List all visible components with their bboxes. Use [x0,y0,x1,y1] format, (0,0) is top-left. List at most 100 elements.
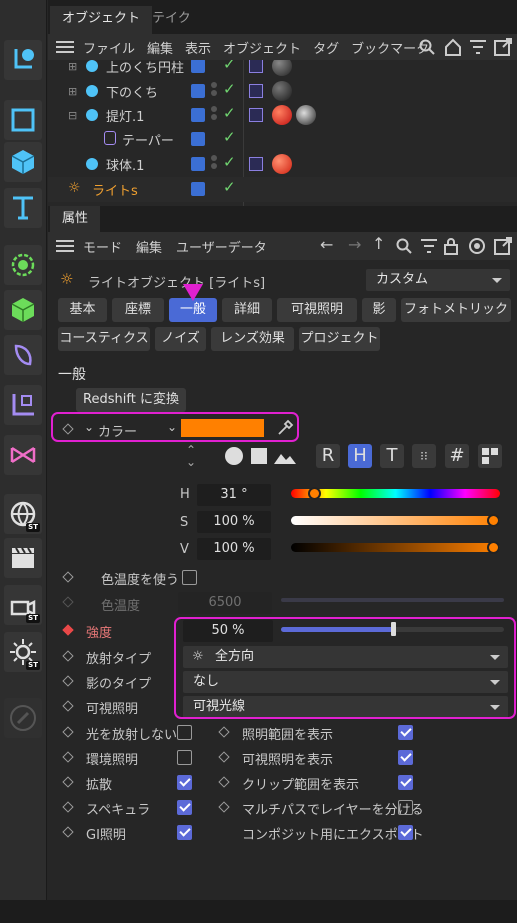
rgb-mode-button[interactable]: R [316,444,340,468]
new-window-icon[interactable] [494,38,512,56]
cube-icon[interactable] [4,142,42,182]
hamburger-menu-icon[interactable] [56,240,74,252]
search-icon[interactable] [396,238,412,254]
menu-userdata[interactable]: ユーザーデータ [176,237,267,256]
field-icon[interactable] [4,385,42,425]
color-temp-slider[interactable] [281,598,504,602]
lock-icon[interactable] [444,237,458,255]
list-item[interactable]: ⊞ 下のくち ✓ [48,79,517,104]
coordinate-system-icon[interactable] [4,40,42,80]
menu-edit[interactable]: 編集 [136,237,162,256]
menu-tag[interactable]: タグ [313,38,339,57]
texture-ball-icon[interactable] [296,105,316,125]
layer-color-box[interactable] [191,157,205,171]
green-cube-icon[interactable] [4,290,42,330]
tab-project[interactable]: プロジェクト [299,327,380,351]
material-tag-icon[interactable] [249,84,263,98]
tab-noise[interactable]: ノイズ [155,327,206,351]
show-visible-light-checkbox[interactable] [398,750,413,765]
tab-lens-effects[interactable]: レンズ効果 [211,327,294,351]
no-illumination-checkbox[interactable] [177,725,192,740]
redshift-convert-button[interactable]: Redshift に変換 [76,388,186,412]
swatches-icon[interactable] [478,444,502,468]
check-icon[interactable]: ✓ [223,153,236,171]
keyframe-diamond-icon[interactable] [62,700,74,712]
tab-coordinates[interactable]: 座標 [112,298,164,322]
show-illumination-checkbox[interactable] [398,725,413,740]
keyframe-diamond-icon[interactable] [62,571,74,583]
menu-edit[interactable]: 編集 [147,38,173,57]
keyframe-diamond-icon[interactable] [62,776,74,788]
visibility-dots[interactable] [211,106,219,124]
light-icon[interactable]: ST [4,632,42,672]
hex-mode-button[interactable]: # [445,444,469,468]
camera-icon[interactable]: ST [4,585,42,625]
tab-photometric[interactable]: フォトメトリック [401,298,511,322]
new-window-icon[interactable] [494,237,512,255]
keyframe-diamond-icon[interactable] [62,596,74,608]
list-item[interactable]: ⊟ 提灯.1 ✓ [48,103,517,128]
preset-dropdown[interactable]: カスタム [366,269,510,291]
tab-visible-light[interactable]: 可視照明 [277,298,357,322]
layer-color-box[interactable] [191,108,205,122]
menu-object[interactable]: オブジェクト [223,38,301,57]
picture-icon[interactable] [274,448,296,464]
generator-icon[interactable] [4,245,42,285]
menu-file[interactable]: ファイル [83,38,135,57]
spectrum-icon[interactable] [251,448,267,464]
hsv-mode-button[interactable]: H [348,444,372,468]
saturation-slider-knob[interactable] [487,514,500,527]
clapper-icon[interactable] [4,538,42,578]
keyframe-diamond-icon-active[interactable] [62,624,74,636]
show-clipping-checkbox[interactable] [398,775,413,790]
layer-color-box[interactable] [191,84,205,98]
layer-color-box[interactable] [191,182,205,196]
tab-caustics[interactable]: コースティクス [58,327,150,351]
layer-color-box[interactable] [191,60,205,73]
diffuse-checkbox[interactable] [177,775,192,790]
layer-color-box[interactable] [191,132,205,146]
tab-takes[interactable]: テイク [140,6,203,34]
visibility-dots[interactable] [211,82,219,100]
keyframe-diamond-icon[interactable] [62,650,74,662]
check-icon[interactable]: ✓ [223,104,236,122]
temperature-mode-button[interactable]: T [380,444,404,468]
collapse-chevron-icon[interactable]: ⌃ ⌄ [186,444,196,468]
keyframe-diamond-icon[interactable] [62,751,74,763]
keyframe-diamond-icon[interactable] [62,726,74,738]
keyframe-diamond-icon[interactable] [218,801,230,813]
color-wheel-icon[interactable] [225,447,243,465]
list-item-selected[interactable]: ☼ ライトs ✓ [48,177,517,202]
collapse-icon[interactable]: ⊟ [68,109,77,122]
saturation-field[interactable]: 100 % [197,511,271,533]
list-item[interactable]: ⊞ 上のくち円柱 ✓ [48,60,517,79]
check-icon[interactable]: ✓ [223,60,236,73]
home-icon[interactable] [444,38,462,56]
material-tag-icon[interactable] [249,157,263,171]
hue-slider[interactable] [291,489,500,498]
list-item[interactable]: 球体.1 ✓ [48,152,517,177]
environment-icon[interactable]: ST [4,494,42,534]
keyframe-diamond-icon[interactable] [218,751,230,763]
menu-view[interactable]: 表示 [185,38,211,57]
menu-bookmark[interactable]: ブックマーク [351,38,429,57]
list-item[interactable]: テーパー ✓ [48,127,517,152]
keyframe-diamond-icon[interactable] [218,726,230,738]
up-arrow-icon[interactable]: ↑ [372,234,385,253]
check-icon[interactable]: ✓ [223,178,236,196]
keyframe-diamond-icon[interactable] [62,801,74,813]
keyframe-diamond-icon[interactable] [62,675,74,687]
keyframe-diamond-icon[interactable] [218,776,230,788]
export-composite-checkbox[interactable] [398,825,413,840]
tab-details[interactable]: 詳細 [222,298,272,322]
gi-checkbox[interactable] [177,825,192,840]
filter-icon[interactable] [469,39,487,55]
menu-mode[interactable]: モード [83,237,122,256]
value-field[interactable]: 100 % [197,538,271,560]
expand-icon[interactable]: ⊞ [68,60,77,73]
color-temp-field[interactable]: 6500 [178,592,272,614]
cube-outline-icon[interactable] [4,100,42,140]
tab-attributes[interactable]: 属性 [50,206,101,232]
material-ball-icon[interactable] [272,60,292,76]
hue-slider-knob[interactable] [307,487,321,500]
